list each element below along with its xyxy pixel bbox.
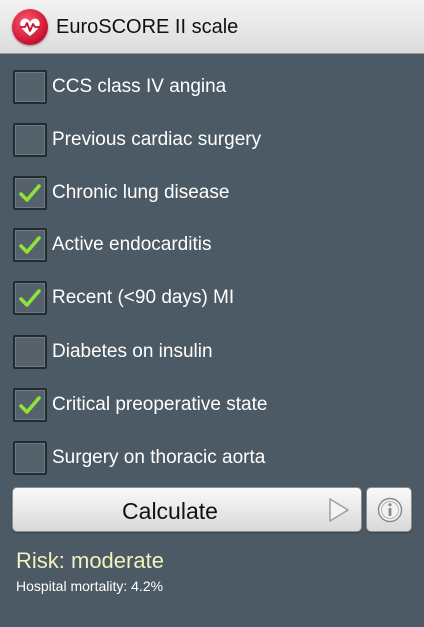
checkbox[interactable] (13, 123, 47, 157)
item-chronic-lung-disease[interactable]: Chronic lung disease (13, 174, 413, 212)
checkbox[interactable] (13, 176, 47, 210)
item-label: Chronic lung disease (52, 182, 230, 203)
hospital-mortality: Hospital mortality: 4.2% (16, 578, 164, 594)
calculate-label: Calculate (122, 498, 218, 524)
checkbox[interactable] (13, 441, 47, 475)
item-label: Previous cardiac surgery (52, 129, 262, 150)
title-bar: EuroSCORE II scale (0, 0, 424, 54)
item-label: Critical preoperative state (52, 394, 268, 415)
item-diabetes-on-insulin[interactable]: Diabetes on insulin (13, 333, 413, 371)
calculate-button[interactable]: Calculate (12, 487, 362, 532)
item-surgery-thoracic-aorta[interactable]: Surgery on thoracic aorta (13, 439, 413, 477)
item-label: CCS class IV angina (52, 76, 227, 97)
checkbox[interactable] (13, 388, 47, 422)
item-label: Active endocarditis (52, 234, 212, 255)
item-label: Recent (<90 days) MI (52, 287, 235, 308)
checkbox[interactable] (13, 70, 47, 104)
info-icon (377, 497, 403, 523)
checkbox[interactable] (13, 228, 47, 262)
item-active-endocarditis[interactable]: Active endocarditis (13, 226, 413, 264)
risk-level: Risk: moderate (16, 548, 164, 573)
checkmark-icon (19, 396, 41, 414)
checkbox[interactable] (13, 281, 47, 315)
item-critical-preoperative-state[interactable]: Critical preoperative state (13, 386, 413, 424)
item-label: Diabetes on insulin (52, 341, 213, 362)
heart-pulse-icon (12, 9, 48, 45)
item-ccs-angina[interactable]: CCS class IV angina (13, 68, 413, 106)
info-button[interactable] (366, 487, 412, 532)
checkbox[interactable] (13, 335, 47, 369)
app-title: EuroSCORE II scale (56, 16, 239, 38)
checkmark-icon (19, 236, 41, 254)
play-triangle-icon (329, 498, 349, 522)
item-previous-cardiac-surgery[interactable]: Previous cardiac surgery (13, 121, 413, 159)
checkmark-icon (19, 184, 41, 202)
item-label: Surgery on thoracic aorta (52, 447, 266, 468)
checkmark-icon (19, 289, 41, 307)
item-recent-mi[interactable]: Recent (<90 days) MI (13, 279, 413, 317)
